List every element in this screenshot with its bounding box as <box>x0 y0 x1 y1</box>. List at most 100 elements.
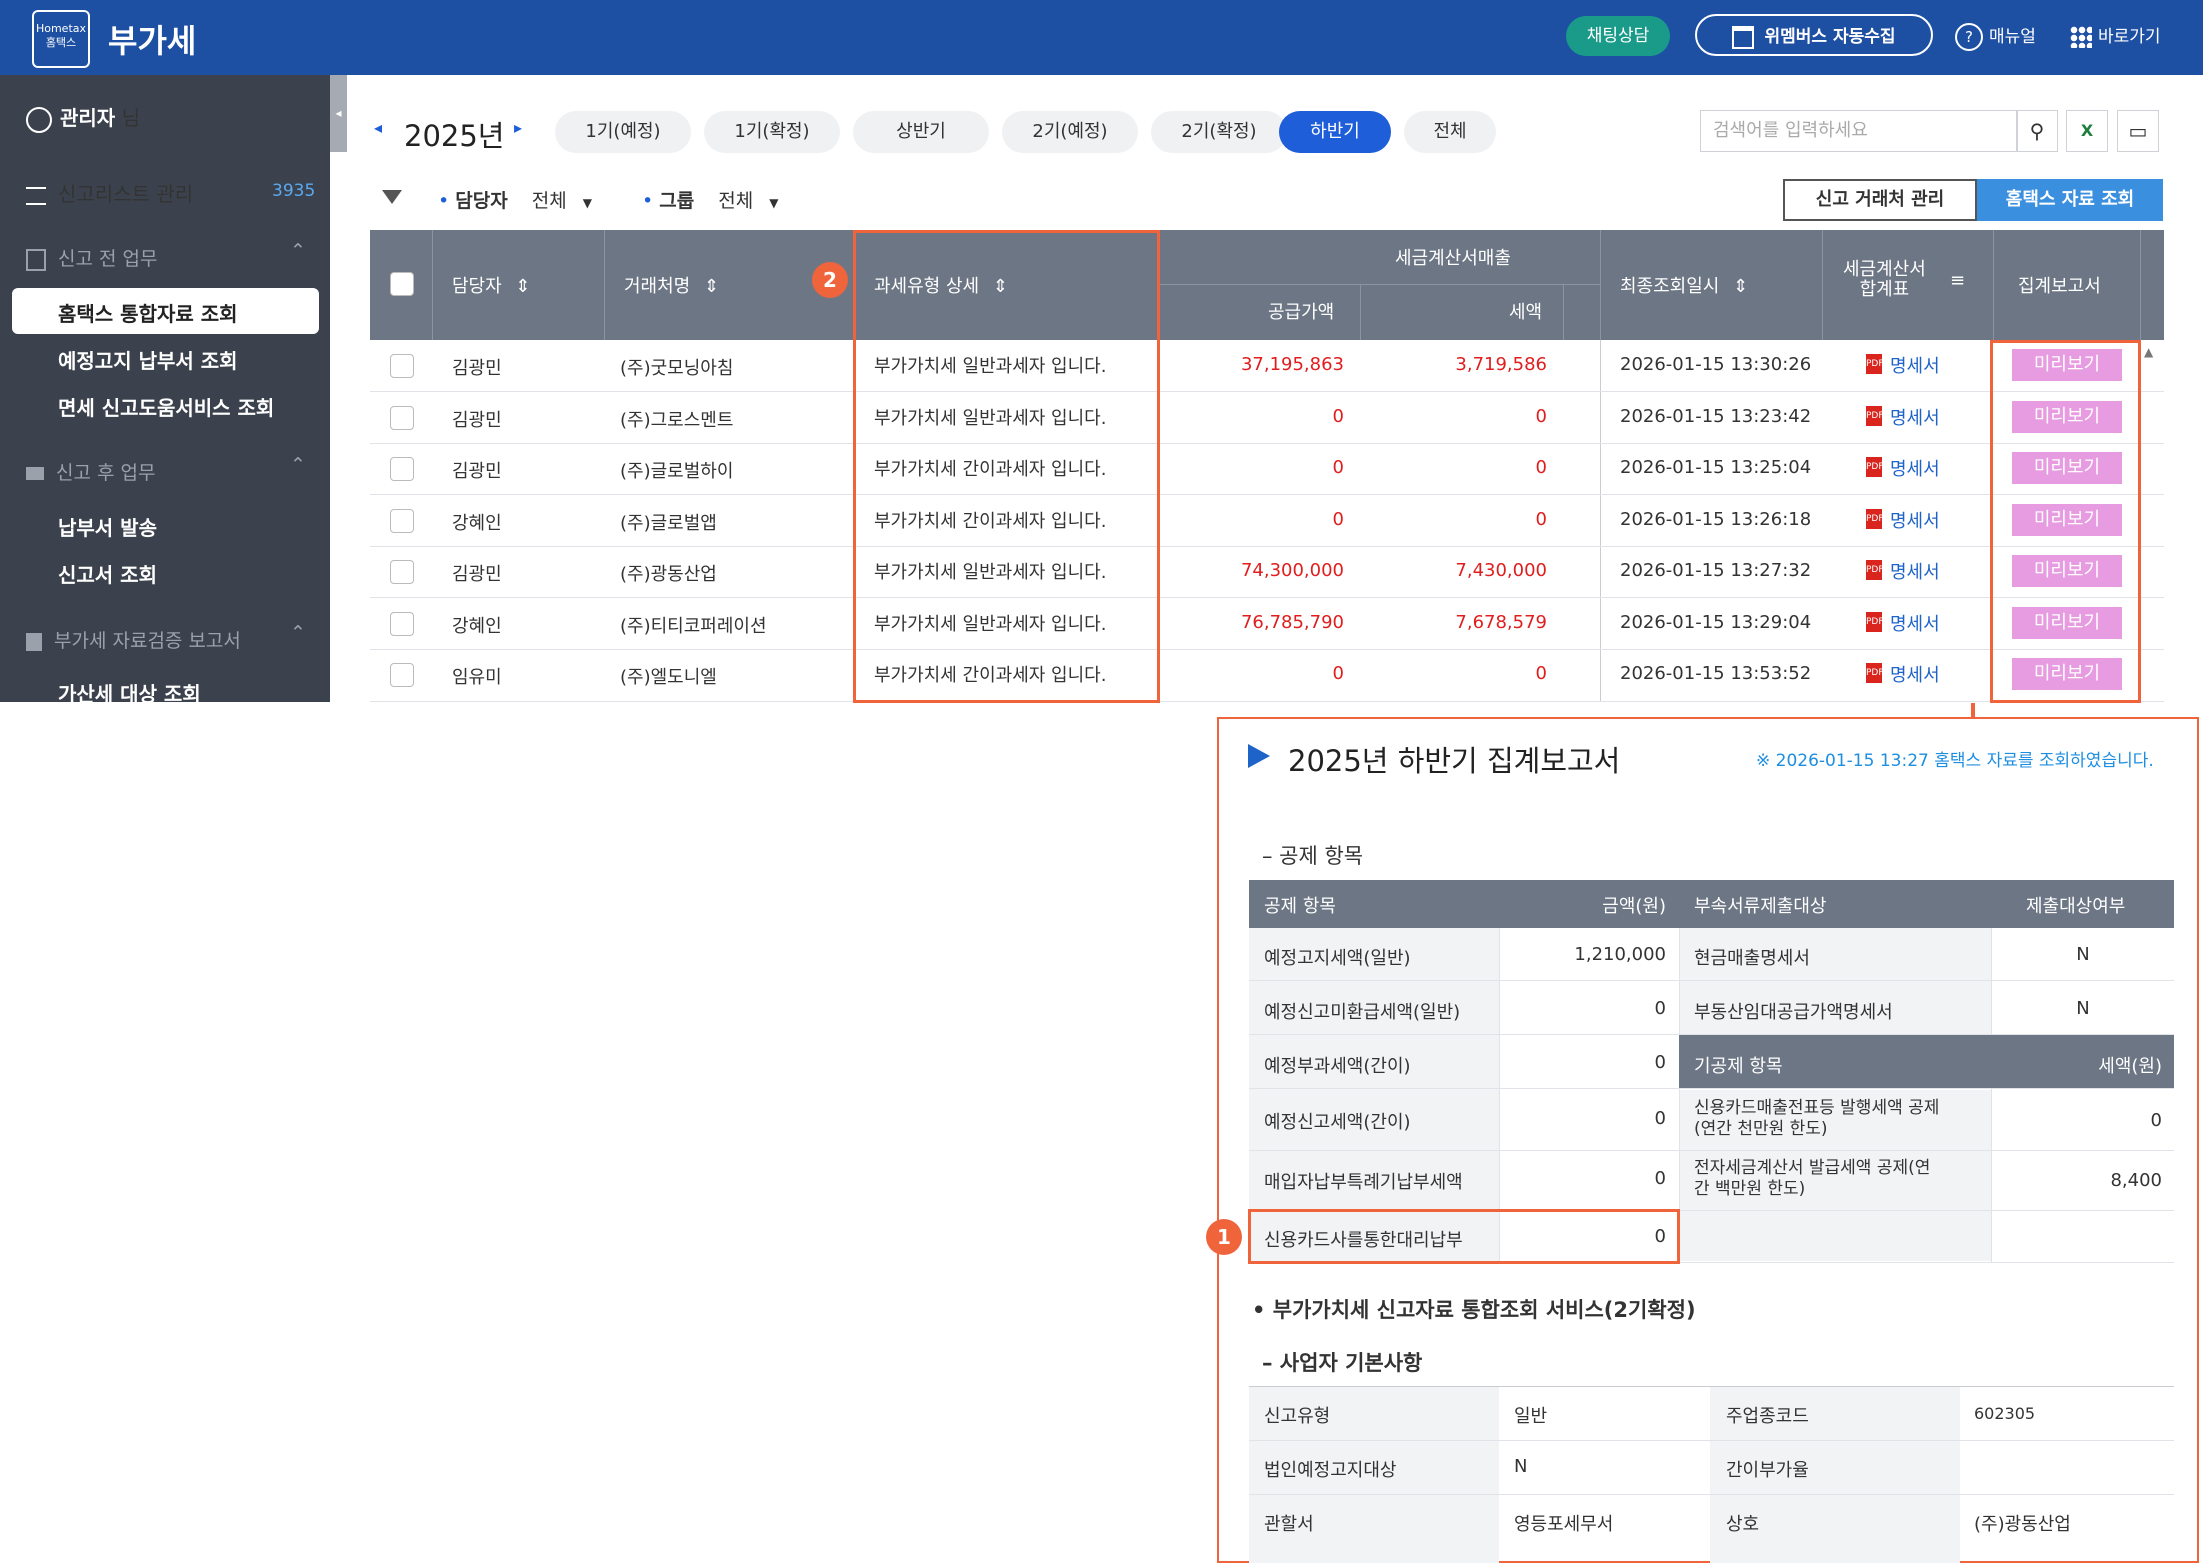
auto-collect-button[interactable]: 위멤버스 자동수집 <box>1695 14 1933 56</box>
head-docs: 부속서류제출대상 <box>1694 896 1827 917</box>
sidebar-item-penalty[interactable]: 가산세 대상 조회 <box>58 678 201 707</box>
sidebar-item-report[interactable]: 신고서 조회 <box>58 559 157 588</box>
row-checkbox[interactable] <box>390 509 414 533</box>
row-checkbox[interactable] <box>390 457 414 481</box>
row-date: 2026-01-15 13:26:18 <box>1620 509 1812 530</box>
user-suffix: 님 <box>121 106 140 130</box>
col-last-query[interactable]: 최종조회일시 ⇕ <box>1620 272 1748 298</box>
pdf-icon: PDF <box>1866 612 1884 632</box>
section-pre-report[interactable]: 신고 전 업무 <box>26 244 157 271</box>
tab-all[interactable]: 전체 <box>1404 111 1496 153</box>
row-checkbox[interactable] <box>390 663 414 687</box>
deduct-row-label: 예정신고세액(간이) <box>1264 1112 1411 1133</box>
row-checkbox[interactable] <box>390 612 414 636</box>
search-icon[interactable]: ⚲ <box>2016 110 2058 152</box>
deduct-row-label: 예정부과세액(간이) <box>1264 1056 1411 1077</box>
tab-period-2-pre[interactable]: 2기(예정) <box>1002 111 1138 153</box>
row-supply: 76,785,790 <box>1240 612 1344 633</box>
row-tax: 0 <box>1535 509 1547 530</box>
sidebar-item-payment[interactable]: 납부서 발송 <box>58 512 157 541</box>
search-input[interactable]: 검색어를 입력하세요 <box>1700 110 2018 152</box>
detail-link[interactable]: 명세서 <box>1890 610 1940 636</box>
row-divider <box>1249 1150 2174 1151</box>
row-divider <box>370 546 2164 547</box>
col-company[interactable]: 거래처명 ⇕ <box>624 272 719 298</box>
row-company[interactable]: (주)엘도니엘 <box>620 663 717 689</box>
row-checkbox[interactable] <box>390 406 414 430</box>
group-filter[interactable]: • 그룹 전체 ▼ <box>642 186 779 213</box>
callout-badge-1: 1 <box>1206 1219 1242 1255</box>
tab-period-1-final[interactable]: 1기(확정) <box>704 111 840 153</box>
detail-link[interactable]: 명세서 <box>1890 661 1940 687</box>
sidebar-item-prenotice[interactable]: 예정고지 납부서 조회 <box>58 345 238 374</box>
detail-link[interactable]: 명세서 <box>1890 507 1940 533</box>
col-divider <box>1822 230 1823 340</box>
row-divider <box>1249 1386 2174 1387</box>
report-column-highlight <box>1990 340 2141 703</box>
chevron-up-icon[interactable]: ⌃ <box>290 240 306 262</box>
row-company[interactable]: (주)굿모닝아침 <box>620 354 733 380</box>
row-checkbox[interactable] <box>390 560 414 584</box>
partner-manage-button[interactable]: 신고 거래처 관리 <box>1783 179 1977 221</box>
hometax-logo[interactable]: Hometax 홈택스 <box>32 10 90 68</box>
row-company[interactable]: (주)광동산업 <box>620 560 717 586</box>
manual-link[interactable]: ? 매뉴얼 <box>1955 22 2036 51</box>
tab-period-1-pre[interactable]: 1기(예정) <box>555 111 691 153</box>
chat-consult-button[interactable]: 채팅상담 <box>1566 16 1670 56</box>
tax-type-highlight <box>853 230 1160 703</box>
col-divider <box>1600 230 1601 340</box>
section-verify-report[interactable]: 부가세 자료검증 보고서 <box>26 626 241 653</box>
excel-icon[interactable]: X <box>2066 110 2108 152</box>
filter-icon[interactable] <box>382 190 402 204</box>
tab-second-half[interactable]: 하반기 <box>1279 111 1391 153</box>
hometax-query-button[interactable]: 홈택스 자료 조회 <box>1977 179 2163 221</box>
prev-year-arrow-icon[interactable]: ◂ <box>374 118 382 137</box>
col-invoice-summary[interactable]: 세금계산서 합계표 <box>1843 260 1926 300</box>
row-company[interactable]: (주)티티코퍼레이션 <box>620 612 767 638</box>
col-manager[interactable]: 담당자 ⇕ <box>452 272 531 298</box>
manager-filter[interactable]: • 담당자 전체 ▼ <box>438 186 592 213</box>
row-manager: 강혜인 <box>452 616 502 637</box>
row-tax: 7,678,579 <box>1455 612 1547 633</box>
sidebar-item-report-list[interactable]: 신고리스트 관리 <box>26 178 193 207</box>
sidebar-collapse-button[interactable]: ◂ <box>330 75 347 152</box>
pdf-icon: PDF <box>1866 560 1884 580</box>
sidebar-item-integrated[interactable]: 홈택스 통합자료 조회 <box>58 298 238 327</box>
year-label: 2025년 <box>404 119 505 153</box>
row-divider <box>370 494 2164 495</box>
folder-icon[interactable]: ▭ <box>2117 110 2159 152</box>
shortcut-label: 바로가기 <box>2098 27 2161 47</box>
row-tax: 3,719,586 <box>1455 354 1547 375</box>
next-year-arrow-icon[interactable]: ▸ <box>514 118 522 137</box>
chevron-up-icon[interactable]: ⌃ <box>290 454 306 476</box>
row-manager: 김광민 <box>452 564 502 585</box>
detail-link[interactable]: 명세서 <box>1890 455 1940 481</box>
row-company[interactable]: (주)글로벌하이 <box>620 457 733 483</box>
head-amount: 금액(원) <box>1602 896 1666 917</box>
select-all-checkbox[interactable] <box>390 272 414 296</box>
col-divider <box>2140 230 2141 340</box>
chevron-up-icon[interactable]: ⌃ <box>290 622 306 644</box>
col-manager-label: 담당자 <box>452 276 502 297</box>
filter-lines-icon[interactable]: ≡ <box>1950 270 1965 291</box>
section-post-report[interactable]: 신고 후 업무 <box>26 458 155 485</box>
doc-row-label: 현금매출명세서 <box>1694 948 1810 969</box>
detail-link[interactable]: 명세서 <box>1890 404 1940 430</box>
scroll-up-icon[interactable]: ▲ <box>2144 345 2158 359</box>
basic-key: 주업종코드 <box>1726 1406 1809 1427</box>
shortcut-link[interactable]: 바로가기 <box>2070 22 2161 48</box>
row-tax: 0 <box>1535 663 1547 684</box>
row-date: 2026-01-15 13:29:04 <box>1620 612 1812 633</box>
head-submit: 제출대상여부 <box>2026 896 2126 917</box>
row-checkbox[interactable] <box>390 354 414 378</box>
row-company[interactable]: (주)글로벌앱 <box>620 509 717 535</box>
detail-link[interactable]: 명세서 <box>1890 352 1940 378</box>
pdf-icon: PDF <box>1866 663 1884 683</box>
tab-first-half[interactable]: 상반기 <box>853 111 989 153</box>
deduct-row-label: 예정고지세액(일반) <box>1264 948 1411 969</box>
sidebar-item-exempt[interactable]: 면세 신고도움서비스 조회 <box>58 392 274 421</box>
col-tax: 세액 <box>1509 302 1543 323</box>
row-company[interactable]: (주)그로스멘트 <box>620 406 733 432</box>
detail-link[interactable]: 명세서 <box>1890 558 1940 584</box>
tab-period-2-final[interactable]: 2기(확정) <box>1151 111 1287 153</box>
